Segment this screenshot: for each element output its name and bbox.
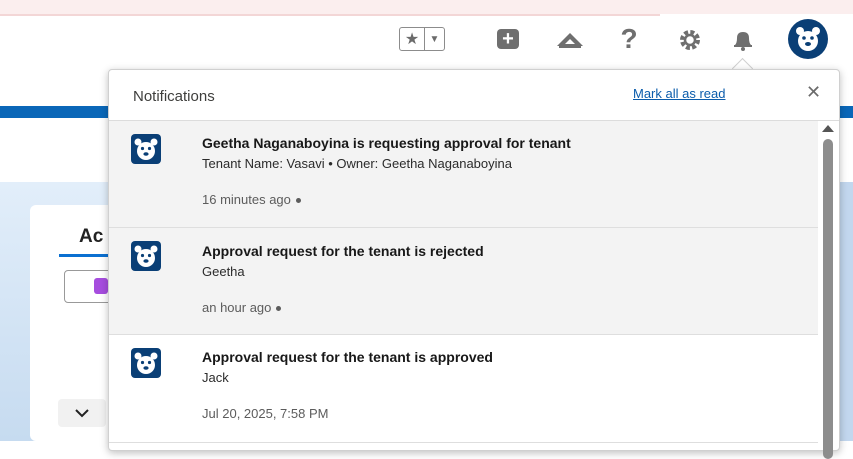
help-icon[interactable]: ?: [617, 23, 641, 54]
background-card-title: Ac: [79, 226, 104, 247]
scrollbar-thumb[interactable]: [823, 139, 833, 459]
notification-title: Geetha Naganaboyina is requesting approv…: [202, 135, 571, 151]
notification-body: Tenant Name: Vasavi • Owner: Geetha Naga…: [202, 156, 512, 171]
chevron-down-icon[interactable]: ▼: [425, 28, 444, 50]
expand-button[interactable]: [58, 399, 106, 427]
trailhead-icon[interactable]: [555, 28, 585, 52]
notification-time: an hour ago: [202, 300, 282, 315]
notifications-scrollbar[interactable]: [821, 125, 835, 459]
star-icon[interactable]: ★: [400, 28, 425, 50]
close-icon[interactable]: ✕: [806, 82, 821, 103]
notification-body: Geetha: [202, 264, 245, 279]
scroll-up-arrow-icon[interactable]: [822, 125, 834, 132]
notification-title: Approval request for the tenant is rejec…: [202, 243, 484, 259]
favorites-group[interactable]: ★ ▼: [399, 27, 445, 51]
notification-item[interactable]: Approval request for the tenant is rejec…: [109, 228, 818, 335]
notification-title: Approval request for the tenant is appro…: [202, 349, 493, 365]
notification-time: Jul 20, 2025, 7:58 PM: [202, 406, 329, 421]
unread-dot-icon: [276, 306, 282, 312]
mark-all-read-link[interactable]: Mark all as read: [633, 86, 725, 101]
bell-icon[interactable]: [728, 26, 758, 54]
top-strip-divider: [0, 14, 660, 16]
unread-dot-icon: [295, 198, 301, 204]
avatar-bear-icon: [131, 134, 161, 164]
notifications-header: Notifications Mark all as read ✕: [109, 70, 839, 121]
avatar-bear-icon[interactable]: [788, 19, 828, 59]
notification-time-text: 16 minutes ago: [202, 192, 291, 207]
notifications-title: Notifications: [133, 88, 215, 105]
app-badge-icon: [94, 278, 108, 294]
notifications-list: Geetha Naganaboyina is requesting approv…: [109, 121, 818, 450]
notification-time-text: an hour ago: [202, 300, 272, 315]
notification-time: 16 minutes ago: [202, 192, 301, 207]
notification-item[interactable]: Geetha Naganaboyina is requesting approv…: [109, 121, 818, 228]
plus-icon[interactable]: +: [497, 29, 519, 49]
notification-item[interactable]: Approval request for the tenant is appro…: [109, 335, 818, 443]
gear-icon[interactable]: [677, 27, 703, 53]
notification-body: Jack: [202, 370, 229, 385]
notifications-panel: Notifications Mark all as read ✕ Geetha …: [108, 69, 840, 459]
top-strip: [0, 0, 853, 14]
chevron-down-icon: [75, 408, 89, 417]
avatar-bear-icon: [131, 241, 161, 271]
avatar-bear-icon: [131, 348, 161, 378]
